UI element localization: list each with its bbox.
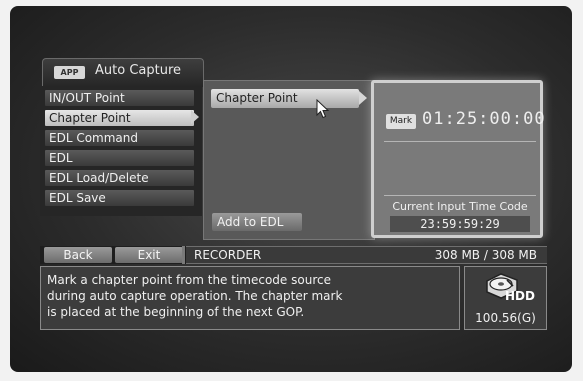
exit-button[interactable]: Exit — [115, 247, 183, 263]
page-title: Auto Capture — [95, 63, 182, 78]
description-line: during auto capture operation. The chapt… — [47, 289, 343, 303]
divider — [182, 246, 185, 264]
current-timecode-label: Current Input Time Code — [392, 200, 528, 213]
title-tab: APP Auto Capture — [42, 58, 204, 87]
description-box: Mark a chapter point from the timecode s… — [40, 266, 460, 330]
hdd-capacity: 100.56(G) — [475, 311, 536, 325]
menu-item-edl-command[interactable]: EDL Command — [45, 130, 194, 146]
divider — [384, 195, 536, 196]
menu-item-edl-load-delete[interactable]: EDL Load/Delete — [45, 170, 194, 186]
status-bar: Back Exit RECORDER 308 MB / 308 MB — [40, 246, 547, 264]
menu-item-edl-save[interactable]: EDL Save — [45, 190, 194, 206]
menu-item-edl[interactable]: EDL — [45, 150, 194, 166]
selection-arrow-icon — [191, 110, 199, 124]
chapter-point-option[interactable]: Chapter Point — [211, 89, 359, 108]
app-badge: APP — [54, 66, 85, 79]
option-panel: Chapter Point Add to EDL — [203, 80, 375, 240]
menu-panel: IN/OUT Point Chapter Point EDL Command E… — [40, 86, 202, 216]
back-button[interactable]: Back — [44, 247, 112, 263]
option-arrow-icon — [359, 91, 367, 105]
mark-badge: Mark — [386, 114, 416, 129]
recorder-label: RECORDER — [194, 248, 262, 262]
menu-item-chapter-point[interactable]: Chapter Point — [45, 110, 194, 126]
hdd-label: HDD — [505, 289, 535, 303]
cursor-arrow-icon — [316, 99, 330, 119]
add-to-edl-button[interactable]: Add to EDL — [212, 213, 302, 231]
hdd-status: HDD 100.56(G) — [464, 266, 547, 330]
timecode-panel: Mark 01:25:00:00 Current Input Time Code… — [371, 80, 546, 238]
mark-timecode: 01:25:00:00 — [422, 109, 546, 129]
recorder-info: RECORDER 308 MB / 308 MB — [186, 246, 547, 264]
description-line: Mark a chapter point from the timecode s… — [47, 273, 331, 287]
divider — [384, 141, 536, 142]
menu-item-in-out-point[interactable]: IN/OUT Point — [45, 90, 194, 106]
current-timecode-value: 23:59:59:29 — [390, 216, 530, 232]
description-line: is placed at the beginning of the next G… — [47, 305, 305, 319]
storage-usage: 308 MB / 308 MB — [434, 248, 537, 262]
screen: APP Auto Capture IN/OUT Point Chapter Po… — [10, 6, 572, 372]
